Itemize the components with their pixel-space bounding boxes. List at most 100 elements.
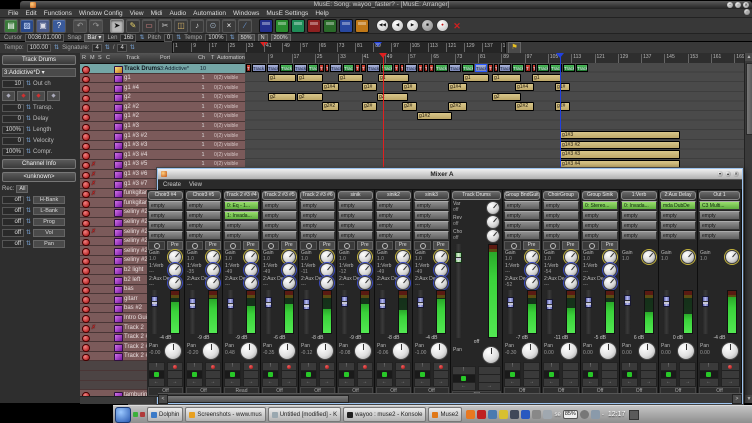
effect-slot[interactable]: empty bbox=[621, 231, 657, 240]
input-route-icon[interactable]: ← bbox=[543, 378, 560, 387]
effect-slot[interactable]: empty bbox=[660, 231, 696, 240]
spin-arrows[interactable]: ⇅ bbox=[26, 218, 31, 225]
mute-icon[interactable]: ✗ bbox=[91, 180, 96, 187]
volume-fader[interactable] bbox=[341, 290, 348, 334]
spin-arrows[interactable]: ⇅ bbox=[26, 148, 31, 155]
volume-fader[interactable] bbox=[417, 290, 424, 334]
spin-value[interactable]: off bbox=[2, 196, 24, 204]
effect-slot[interactable]: empty bbox=[338, 221, 373, 230]
strip-name-button[interactable]: ChoirGroup bbox=[543, 191, 579, 200]
pan-knob[interactable] bbox=[638, 342, 656, 360]
volume-fader[interactable] bbox=[227, 290, 234, 334]
track-row[interactable]: Track Drums3:Addictive*10 bbox=[80, 64, 245, 74]
mute-icon[interactable]: ✗ bbox=[91, 324, 96, 331]
trackinfo-button[interactable]: <unknown> bbox=[2, 172, 76, 182]
spin-arrows[interactable]: ⇅ bbox=[26, 137, 31, 144]
effect-slot[interactable]: empty bbox=[504, 201, 540, 210]
drum-part[interactable]: Track bbox=[475, 64, 487, 72]
1-verb-knob[interactable] bbox=[320, 263, 334, 277]
effect-slot[interactable]: empty bbox=[543, 231, 579, 240]
input-route-icon[interactable]: ← bbox=[300, 378, 317, 387]
fader-handle[interactable] bbox=[417, 297, 424, 308]
effect-slot[interactable]: empty bbox=[262, 201, 297, 210]
midi-part[interactable]: g1#2 bbox=[417, 112, 452, 120]
spin-value[interactable]: off bbox=[2, 218, 24, 226]
stereo-toggle-icon[interactable] bbox=[300, 241, 317, 250]
menu-item-view[interactable]: View bbox=[130, 10, 144, 17]
fader-handle[interactable] bbox=[341, 296, 348, 307]
fader-handle[interactable] bbox=[265, 297, 272, 308]
spin-arrows[interactable]: ⇅ bbox=[26, 126, 31, 133]
record-arm-icon[interactable] bbox=[82, 200, 90, 208]
tray-mini-icon[interactable] bbox=[133, 412, 138, 417]
undo-icon[interactable]: ↶ bbox=[73, 19, 87, 33]
1-verb-knob[interactable] bbox=[244, 263, 258, 277]
record-arm-icon[interactable] bbox=[82, 315, 90, 323]
record-arm-icon[interactable] bbox=[82, 287, 90, 295]
whats-this-icon[interactable]: ? bbox=[52, 19, 66, 33]
gain-knob[interactable] bbox=[642, 250, 656, 264]
effect-slot[interactable]: empty bbox=[148, 231, 183, 240]
punch-button[interactable]: ✕ bbox=[451, 20, 463, 32]
spin-arrows[interactable]: ⇅ bbox=[26, 115, 31, 122]
maximize-icon[interactable]: ▫ bbox=[735, 2, 741, 8]
2-aux-de-knob[interactable] bbox=[525, 276, 539, 290]
effect-slot[interactable]: empty bbox=[582, 211, 618, 220]
output-route-icon[interactable]: → bbox=[562, 378, 579, 387]
task-button[interactable]: wayoo : muse2 - Konsole bbox=[343, 407, 426, 422]
signature-denominator[interactable]: 4 bbox=[117, 44, 126, 52]
midi-part[interactable]: g1#4 bbox=[322, 83, 339, 91]
effect-slot[interactable]: empty bbox=[660, 211, 696, 220]
pointer-tool-icon[interactable]: ➤ bbox=[110, 19, 124, 33]
effect-slot[interactable]: empty bbox=[300, 201, 335, 210]
task-button[interactable]: Screenshots - www.mus bbox=[185, 407, 265, 422]
effect-slot[interactable]: empty bbox=[699, 211, 740, 220]
midi-part[interactable]: g1#4 bbox=[515, 83, 534, 91]
pan-knob[interactable] bbox=[482, 346, 500, 364]
drum-part[interactable]: Track bbox=[435, 64, 448, 72]
effect-slot[interactable]: 1: Invada... bbox=[224, 211, 259, 220]
controller-button[interactable]: H-Bank bbox=[33, 196, 65, 204]
midi-part[interactable]: g1#4 bbox=[448, 83, 467, 91]
effect-slot[interactable]: empty bbox=[300, 231, 335, 240]
spin-arrows[interactable]: ⇅ bbox=[26, 104, 31, 111]
input-route-icon[interactable]: ← bbox=[338, 378, 355, 387]
midi-part[interactable]: g1# bbox=[555, 83, 570, 91]
fader-handle[interactable] bbox=[546, 299, 553, 310]
strip-name-button[interactable]: Track 2 #3 #6 bbox=[300, 191, 335, 200]
midi-part[interactable]: g1#3 #2 bbox=[560, 141, 680, 149]
stereo-toggle-icon[interactable] bbox=[224, 241, 241, 250]
effect-slot[interactable]: empty bbox=[621, 221, 657, 230]
record-arm-icon[interactable] bbox=[82, 325, 90, 333]
volume-fader[interactable] bbox=[507, 290, 514, 334]
gain-knob[interactable] bbox=[358, 250, 372, 264]
drum-part[interactable]: T bbox=[325, 64, 329, 72]
drum-part[interactable]: Track bbox=[449, 64, 461, 72]
spin-value[interactable]: 0 bbox=[2, 104, 24, 112]
effect-slot[interactable]: empty bbox=[338, 231, 373, 240]
stereo-toggle-icon[interactable] bbox=[582, 241, 599, 250]
drum-part[interactable]: Track bbox=[367, 64, 380, 72]
drum-part[interactable]: Track bbox=[537, 64, 549, 72]
menu-item-automation[interactable]: Automation bbox=[193, 10, 226, 17]
menu-item-window-config[interactable]: Window Config bbox=[79, 10, 123, 17]
controller-button[interactable]: Pan bbox=[33, 240, 65, 248]
record-arm-icon[interactable] bbox=[82, 296, 90, 304]
drum-part[interactable]: T bbox=[361, 64, 366, 72]
mixer-menu-create[interactable]: Create bbox=[163, 182, 181, 188]
pan-knob[interactable] bbox=[599, 342, 617, 360]
menu-item-midi[interactable]: Midi bbox=[151, 10, 163, 17]
gain-knob[interactable] bbox=[244, 250, 258, 264]
arranger-view-icon[interactable] bbox=[339, 19, 353, 33]
tempo-value[interactable]: 100.00 bbox=[27, 44, 51, 52]
instrument-select[interactable]: 3:Addictive*D ▾ bbox=[2, 68, 76, 77]
drum-part[interactable]: Track bbox=[280, 64, 293, 72]
muse-titlebar[interactable]: MusE: Song: wayoo_faster? - [MusE: Arran… bbox=[20, 1, 752, 9]
track-row[interactable]: g1 #410(2) visible bbox=[80, 83, 245, 93]
eraser-tool-icon[interactable]: ▭ bbox=[142, 19, 156, 33]
record-arm-icon[interactable] bbox=[82, 181, 90, 189]
effect-slot[interactable]: C3 Multi... bbox=[699, 201, 740, 210]
volume-fader[interactable] bbox=[585, 290, 592, 334]
volume-fader[interactable] bbox=[189, 290, 196, 334]
effect-slot[interactable]: empty bbox=[186, 211, 221, 220]
